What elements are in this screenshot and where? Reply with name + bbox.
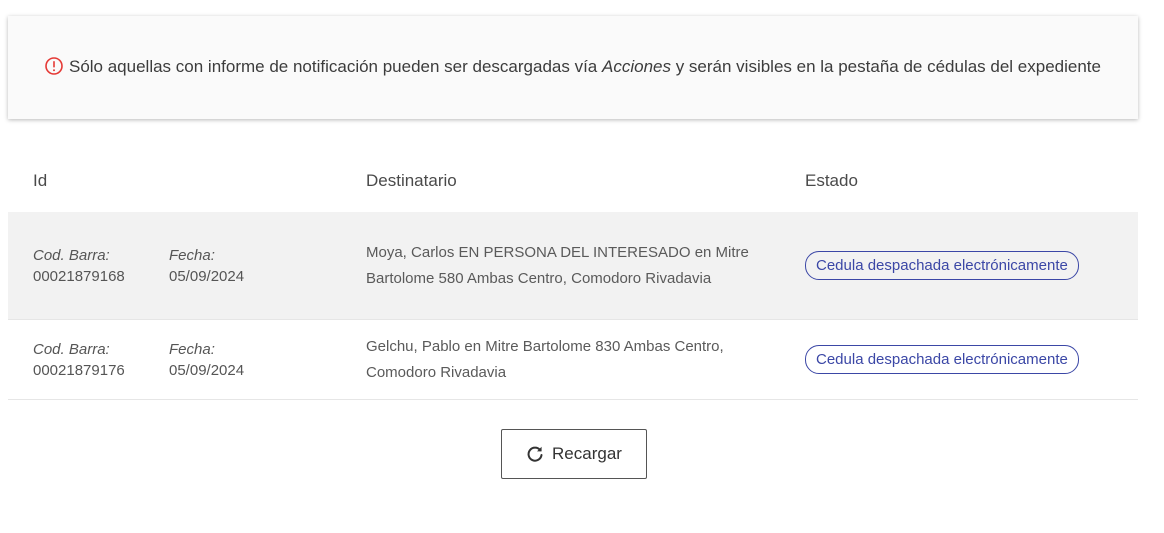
table-header: Id Destinatario Estado (8, 150, 1138, 212)
notice-banner: Sólo aquellas con informe de notificació… (8, 16, 1138, 119)
table-row: Cod. Barra: 00021879176 Fecha: 05/09/202… (8, 320, 1138, 400)
cod-barra-label: Cod. Barra: (33, 340, 110, 358)
notice-acciones: Acciones (602, 56, 671, 76)
notice-text-before: Sólo aquellas con informe de notificació… (68, 56, 602, 76)
fecha: Fecha: 05/09/2024 (169, 339, 244, 381)
header-estado: Estado (805, 171, 858, 190)
status-badge: Cedula despachada electrónicamente (805, 345, 1079, 374)
fecha-value: 05/09/2024 (169, 361, 245, 379)
fecha-label: Fecha: (169, 246, 215, 264)
fecha: Fecha: 05/09/2024 (169, 245, 244, 287)
status-badge: Cedula despachada electrónicamente (805, 251, 1079, 280)
header-id: Id (33, 171, 48, 190)
destinatario-cell: Gelchu, Pablo en Mitre Bartolome 830 Amb… (350, 334, 805, 386)
refresh-icon (526, 445, 544, 463)
cedulas-table: Id Destinatario Estado Cod. Barra: 00021… (8, 150, 1138, 400)
reload-button[interactable]: Recargar (501, 429, 647, 479)
id-cell: Cod. Barra: 00021879176 Fecha: 05/09/202… (8, 339, 350, 381)
cod-barra: Cod. Barra: 00021879168 (33, 245, 169, 287)
reload-label: Recargar (552, 444, 622, 463)
notice-text-after: y serán visibles en la pestaña de cédula… (670, 56, 1101, 76)
cod-barra: Cod. Barra: 00021879176 (33, 339, 169, 381)
cod-barra-value: 00021879168 (33, 267, 125, 285)
id-cell: Cod. Barra: 00021879168 Fecha: 05/09/202… (8, 245, 350, 287)
destinatario-text: Gelchu, Pablo en Mitre Bartolome 830 Amb… (366, 337, 724, 381)
fecha-label: Fecha: (169, 340, 215, 358)
cod-barra-value: 00021879176 (33, 361, 125, 379)
header-destinatario: Destinatario (366, 171, 457, 190)
destinatario-text: Moya, Carlos EN PERSONA DEL INTERESADO e… (366, 243, 749, 287)
estado-cell: Cedula despachada electrónicamente (805, 345, 1138, 374)
estado-cell: Cedula despachada electrónicamente (805, 251, 1138, 280)
destinatario-cell: Moya, Carlos EN PERSONA DEL INTERESADO e… (350, 240, 805, 292)
fecha-value: 05/09/2024 (169, 267, 245, 285)
cod-barra-label: Cod. Barra: (33, 246, 110, 264)
notice-text: Sólo aquellas con informe de notificació… (45, 53, 1101, 83)
table-row: Cod. Barra: 00021879168 Fecha: 05/09/202… (8, 212, 1138, 320)
alert-circle-icon (45, 56, 63, 83)
